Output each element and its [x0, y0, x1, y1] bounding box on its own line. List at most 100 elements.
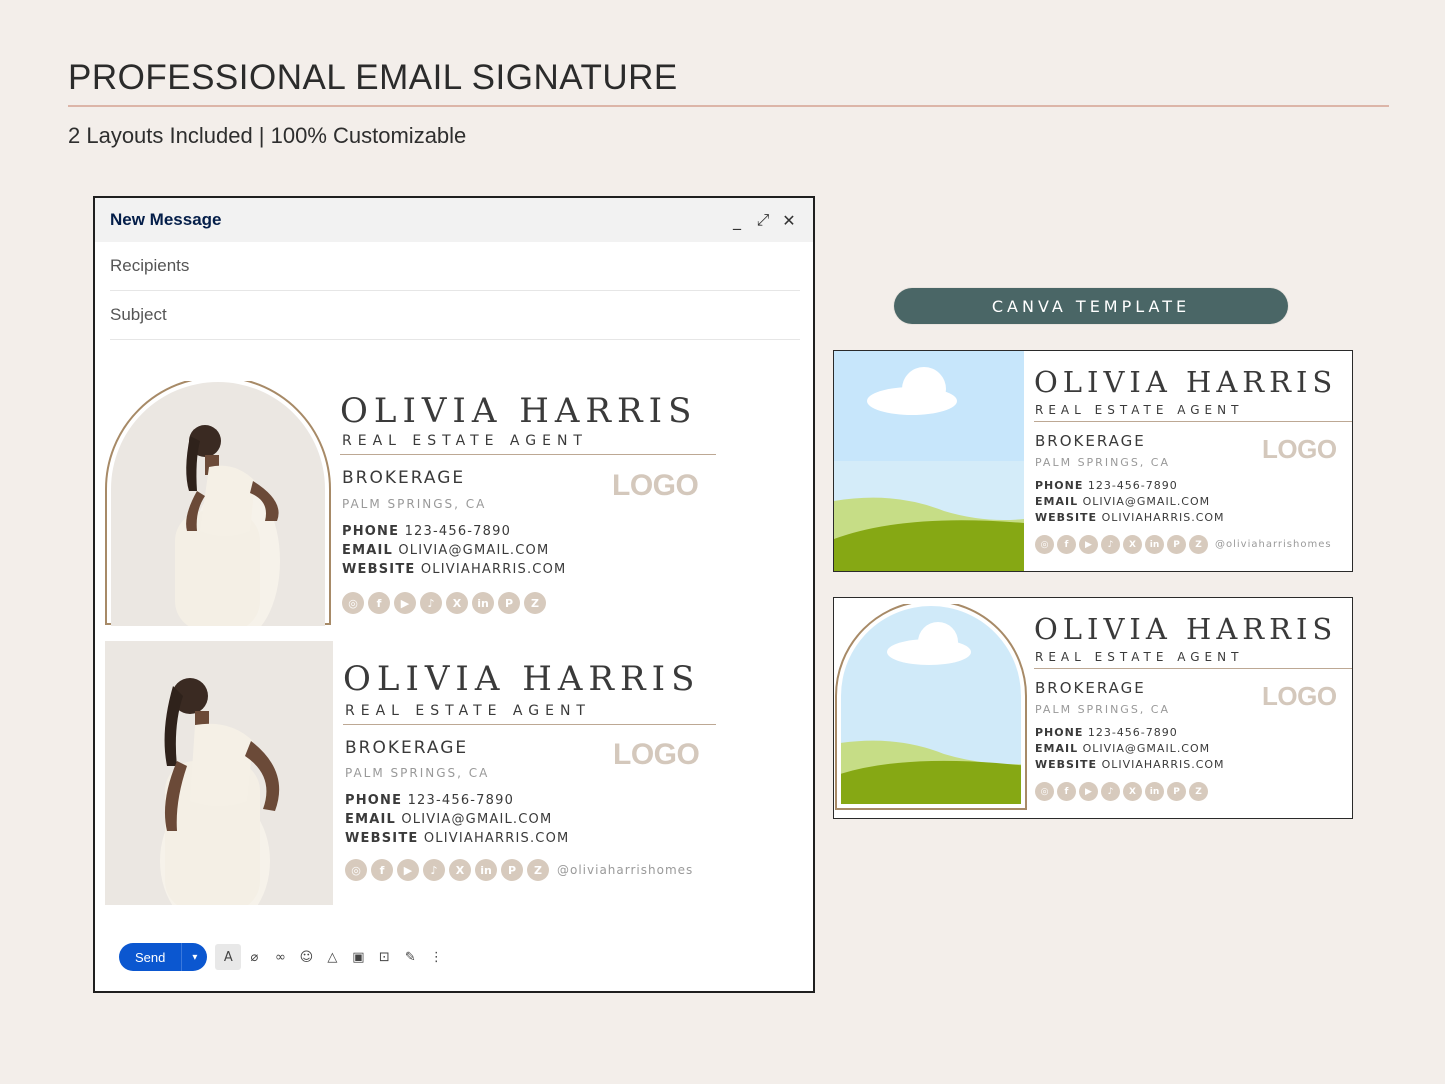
website-label: WEBSITE — [342, 562, 416, 577]
image-placeholder-arch — [834, 604, 1028, 814]
website-value[interactable]: OLIVIAHARRIS.COM — [424, 831, 570, 846]
facebook-icon[interactable]: f — [1057, 782, 1076, 801]
phone-line: PHONE 123-456-7890 — [345, 793, 514, 808]
youtube-icon[interactable]: ▶ — [1079, 535, 1098, 554]
youtube-icon[interactable]: ▶ — [397, 859, 419, 881]
tiktok-icon[interactable]: ♪ — [1101, 535, 1120, 554]
signature-rect-layout: OLIVIA HARRIS REAL ESTATE AGENT BROKERAG… — [105, 641, 745, 905]
email-line: EMAIL OLIVIA@GMAIL.COM — [1035, 742, 1210, 755]
youtube-icon[interactable]: ▶ — [394, 592, 416, 614]
location: PALM SPRINGS, CA — [1035, 703, 1171, 716]
linkedin-icon[interactable]: in — [472, 592, 494, 614]
x-icon[interactable]: X — [449, 859, 471, 881]
email-label: EMAIL — [345, 812, 396, 827]
email-line: EMAIL OLIVIA@GMAIL.COM — [345, 812, 552, 827]
page-title: PROFESSIONAL EMAIL SIGNATURE — [68, 58, 678, 97]
facebook-icon[interactable]: f — [368, 592, 390, 614]
facebook-icon[interactable]: f — [371, 859, 393, 881]
compose-window: New Message _ ⤢ ✕ Recipients Subject OLI… — [93, 196, 815, 993]
x-icon[interactable]: X — [1123, 782, 1142, 801]
location: PALM SPRINGS, CA — [342, 497, 487, 511]
tiktok-icon[interactable]: ♪ — [420, 592, 442, 614]
close-icon[interactable]: ✕ — [777, 208, 801, 232]
linkedin-icon[interactable]: in — [1145, 782, 1164, 801]
pinterest-icon[interactable]: P — [501, 859, 523, 881]
toolbar-icons: A ⌀ ∞ ☺ △ ▣ ⊡ ✎ ⋮ — [207, 944, 449, 970]
pinterest-icon[interactable]: P — [1167, 782, 1186, 801]
tiktok-icon[interactable]: ♪ — [1101, 782, 1120, 801]
title-divider — [68, 105, 1389, 107]
agent-photo-arch — [105, 381, 331, 626]
confidential-icon[interactable]: ⊡ — [371, 944, 397, 970]
phone-value[interactable]: 123-456-7890 — [1088, 726, 1178, 739]
brokerage: BROKERAGE — [345, 738, 469, 758]
canva-card-rect: OLIVIA HARRIS REAL ESTATE AGENT BROKERAG… — [833, 350, 1353, 572]
email-label: EMAIL — [342, 543, 393, 558]
agent-name: OLIVIA HARRIS — [1034, 612, 1338, 646]
minimize-icon[interactable]: _ — [725, 208, 749, 232]
phone-value[interactable]: 123-456-7890 — [1088, 479, 1178, 492]
social-icons: ◎ f ▶ ♪ Xin P Z @oliviaharrishomes — [345, 859, 693, 881]
instagram-icon[interactable]: ◎ — [1035, 535, 1054, 554]
phone-value[interactable]: 123-456-7890 — [408, 793, 515, 808]
x-icon[interactable]: X — [446, 592, 468, 614]
emoji-icon[interactable]: ☺ — [293, 944, 319, 970]
name-divider — [343, 724, 716, 725]
agent-role: REAL ESTATE AGENT — [1035, 403, 1244, 417]
location: PALM SPRINGS, CA — [345, 766, 490, 780]
linkedin-icon[interactable]: in — [1145, 535, 1164, 554]
social-icons: ◎ f ▶ ♪ Xin P Z @oliviaharrishomes — [1035, 535, 1332, 554]
send-button[interactable]: Send ▾ — [119, 943, 208, 971]
phone-line: PHONE 123-456-7890 — [1035, 479, 1178, 492]
attach-icon[interactable]: ⌀ — [241, 944, 267, 970]
zillow-icon[interactable]: Z — [1189, 782, 1208, 801]
recipients-field[interactable]: Recipients — [110, 242, 800, 291]
link-icon[interactable]: ∞ — [267, 944, 293, 970]
send-label[interactable]: Send — [119, 943, 181, 971]
name-divider — [340, 454, 716, 455]
social-handle[interactable]: @oliviaharrishomes — [557, 863, 693, 877]
zillow-icon[interactable]: Z — [1189, 535, 1208, 554]
social-handle[interactable]: @oliviaharrishomes — [1215, 539, 1332, 550]
phone-value[interactable]: 123-456-7890 — [405, 524, 512, 539]
agent-role: REAL ESTATE AGENT — [345, 703, 591, 719]
tiktok-icon[interactable]: ♪ — [423, 859, 445, 881]
canva-template-button[interactable]: CANVA TEMPLATE — [894, 288, 1288, 324]
instagram-icon[interactable]: ◎ — [345, 859, 367, 881]
signature-arch-layout: OLIVIA HARRIS REAL ESTATE AGENT BROKERAG… — [105, 381, 745, 626]
pinterest-icon[interactable]: P — [1167, 535, 1186, 554]
brokerage-logo: LOGO — [612, 469, 699, 502]
drive-icon[interactable]: △ — [319, 944, 345, 970]
instagram-icon[interactable]: ◎ — [342, 592, 364, 614]
linkedin-icon[interactable]: in — [475, 859, 497, 881]
email-value[interactable]: OLIVIA@GMAIL.COM — [401, 812, 552, 827]
facebook-icon[interactable]: f — [1057, 535, 1076, 554]
brokerage-logo: LOGO — [1262, 681, 1337, 711]
youtube-icon[interactable]: ▶ — [1079, 782, 1098, 801]
signature-pen-icon[interactable]: ✎ — [397, 944, 423, 970]
compose-title: New Message — [110, 210, 222, 229]
email-label: EMAIL — [1035, 742, 1079, 755]
website-line: WEBSITE OLIVIAHARRIS.COM — [1035, 511, 1225, 524]
website-value[interactable]: OLIVIAHARRIS.COM — [1102, 511, 1225, 524]
x-icon[interactable]: X — [1123, 535, 1142, 554]
instagram-icon[interactable]: ◎ — [1035, 782, 1054, 801]
name-divider — [1034, 668, 1352, 669]
zillow-icon[interactable]: Z — [524, 592, 546, 614]
email-value[interactable]: OLIVIA@GMAIL.COM — [1083, 495, 1211, 508]
email-value[interactable]: OLIVIA@GMAIL.COM — [398, 543, 549, 558]
format-text-icon[interactable]: A — [215, 944, 242, 970]
subject-field[interactable]: Subject — [110, 291, 800, 340]
pinterest-icon[interactable]: P — [498, 592, 520, 614]
image-icon[interactable]: ▣ — [345, 944, 371, 970]
brokerage: BROKERAGE — [342, 468, 466, 488]
send-options-icon[interactable]: ▾ — [181, 943, 207, 971]
zillow-icon[interactable]: Z — [527, 859, 549, 881]
website-value[interactable]: OLIVIAHARRIS.COM — [1102, 758, 1225, 771]
brokerage-logo: LOGO — [1262, 434, 1337, 464]
expand-icon[interactable]: ⤢ — [751, 208, 775, 232]
email-value[interactable]: OLIVIA@GMAIL.COM — [1083, 742, 1211, 755]
website-value[interactable]: OLIVIAHARRIS.COM — [421, 562, 567, 577]
email-line: EMAIL OLIVIA@GMAIL.COM — [1035, 495, 1210, 508]
more-options-icon[interactable]: ⋮ — [423, 944, 449, 970]
